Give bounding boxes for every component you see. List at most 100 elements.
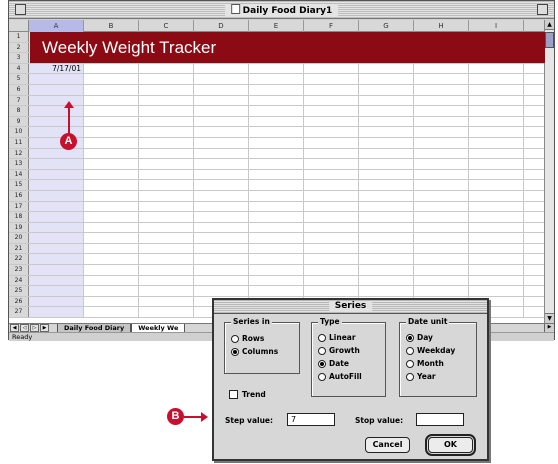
cell[interactable] (414, 212, 469, 222)
cell[interactable] (249, 275, 304, 286)
cell[interactable] (249, 116, 304, 127)
column-header-a[interactable]: A (29, 20, 84, 32)
scroll-up-arrow-icon[interactable]: ▲ (545, 20, 554, 30)
row-number[interactable]: 15 (9, 180, 29, 190)
cell[interactable] (249, 63, 304, 74)
cell[interactable] (414, 201, 469, 212)
cell[interactable] (139, 63, 194, 74)
column-header-i[interactable]: I (469, 20, 524, 32)
cell[interactable] (139, 84, 194, 95)
cell[interactable] (84, 159, 139, 169)
row-number[interactable]: 13 (9, 159, 29, 169)
cell[interactable] (194, 180, 249, 190)
cell[interactable] (139, 190, 194, 201)
cell[interactable] (359, 169, 414, 180)
cancel-button[interactable]: Cancel (365, 437, 410, 453)
cell[interactable] (29, 275, 84, 286)
row-number[interactable]: 18 (9, 212, 29, 222)
cell[interactable] (139, 265, 194, 275)
cell[interactable] (414, 63, 469, 74)
cell[interactable] (139, 106, 194, 116)
worksheet-grid[interactable]: A B C D E F G H I 123WeekWeightLossComme… (9, 20, 545, 323)
cell[interactable] (139, 116, 194, 127)
step-value-field[interactable]: 7 (287, 413, 335, 426)
cell[interactable] (414, 180, 469, 190)
cell[interactable] (139, 137, 194, 148)
cell[interactable] (359, 275, 414, 286)
cell[interactable] (84, 307, 139, 318)
cell[interactable] (304, 212, 359, 222)
cell[interactable] (469, 190, 524, 201)
row-number[interactable]: 17 (9, 201, 29, 212)
cell[interactable] (359, 233, 414, 243)
row-number[interactable]: 22 (9, 254, 29, 265)
cell[interactable] (414, 106, 469, 116)
window-titlebar[interactable]: Daily Food Diary1 (9, 1, 554, 19)
cell[interactable] (139, 254, 194, 265)
cell[interactable] (84, 169, 139, 180)
cell[interactable] (249, 212, 304, 222)
last-sheet-icon[interactable]: ▶ (40, 324, 49, 332)
cell[interactable] (359, 190, 414, 201)
row-number[interactable]: 12 (9, 148, 29, 159)
cell[interactable] (194, 212, 249, 222)
cell[interactable] (29, 286, 84, 296)
row-number[interactable]: 23 (9, 265, 29, 275)
cell[interactable] (414, 84, 469, 95)
column-header-c[interactable]: C (139, 20, 194, 32)
cell[interactable] (29, 95, 84, 106)
cell[interactable] (249, 84, 304, 95)
cell[interactable] (139, 169, 194, 180)
cell[interactable] (84, 180, 139, 190)
cell[interactable] (29, 254, 84, 265)
column-header-b[interactable]: B (84, 20, 139, 32)
cell[interactable] (304, 148, 359, 159)
cell[interactable] (139, 243, 194, 254)
cell[interactable] (414, 222, 469, 233)
prev-sheet-icon[interactable]: ◁ (20, 324, 29, 332)
cell[interactable] (29, 180, 84, 190)
cell[interactable] (29, 127, 84, 137)
cell[interactable] (359, 254, 414, 265)
first-sheet-icon[interactable]: ◀ (10, 324, 19, 332)
cell[interactable] (139, 148, 194, 159)
cell[interactable] (249, 233, 304, 243)
cell[interactable] (84, 63, 139, 74)
cell[interactable] (84, 212, 139, 222)
cell[interactable] (194, 74, 249, 84)
cell[interactable] (414, 169, 469, 180)
cell[interactable] (359, 243, 414, 254)
cell[interactable] (304, 254, 359, 265)
cell[interactable] (29, 307, 84, 318)
cell[interactable] (304, 74, 359, 84)
cell[interactable] (194, 190, 249, 201)
cell[interactable] (84, 106, 139, 116)
cell[interactable] (414, 159, 469, 169)
row-number[interactable]: 7 (9, 95, 29, 106)
radio-date[interactable]: Date (318, 359, 349, 368)
cell[interactable] (84, 275, 139, 286)
row-number[interactable]: 21 (9, 243, 29, 254)
radio-linear[interactable]: Linear (318, 333, 356, 342)
cell[interactable] (359, 212, 414, 222)
cell[interactable] (84, 84, 139, 95)
cell[interactable] (29, 212, 84, 222)
cell[interactable] (139, 212, 194, 222)
cell[interactable] (249, 243, 304, 254)
cell[interactable] (414, 254, 469, 265)
row-number[interactable]: 27 (9, 307, 29, 318)
radio-autofill[interactable]: AutoFill (318, 372, 362, 381)
scroll-thumb[interactable] (545, 32, 554, 48)
column-header-e[interactable]: E (249, 20, 304, 32)
cell[interactable] (249, 169, 304, 180)
cell[interactable] (304, 222, 359, 233)
cell[interactable] (84, 201, 139, 212)
cell[interactable] (414, 137, 469, 148)
cell[interactable] (139, 95, 194, 106)
dialog-titlebar[interactable]: Series (214, 300, 487, 314)
cell[interactable] (139, 159, 194, 169)
cell[interactable] (304, 116, 359, 127)
cell[interactable] (29, 74, 84, 84)
cell[interactable] (304, 265, 359, 275)
cell[interactable] (414, 243, 469, 254)
